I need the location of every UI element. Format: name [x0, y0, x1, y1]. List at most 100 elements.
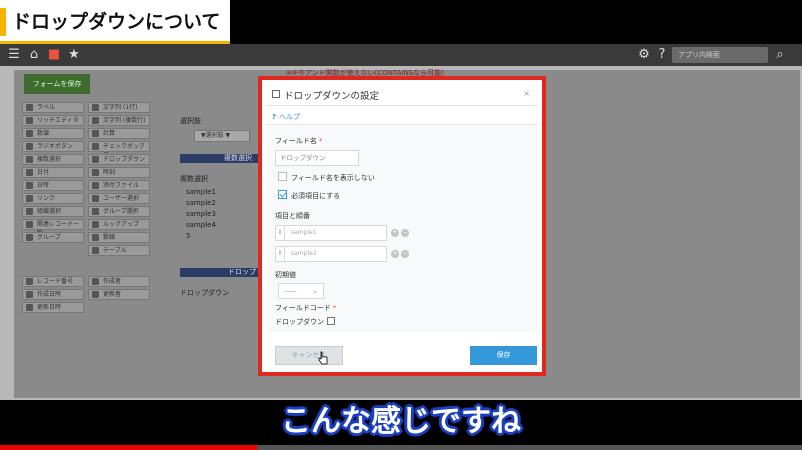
add-option-icon[interactable]: + — [391, 250, 399, 258]
dialog-body: フィールド名 * ドロップダウン フィールド名を表示しない 必須項目にする 項目と… — [266, 124, 538, 332]
palette-item[interactable]: チェックボックス — [88, 141, 150, 159]
field-code-text: ドロップダウン — [275, 318, 324, 326]
palette-item[interactable]: テーブル — [88, 245, 150, 256]
palette-item[interactable]: 日時 — [22, 180, 84, 191]
video-title-banner: ドロップダウンについて — [0, 0, 230, 44]
field-name-label: フィールド名 * — [275, 136, 322, 146]
dialog-header: ドロップダウンの設定 × — [266, 84, 538, 106]
bg-section-header-2: ドロップ — [180, 268, 260, 277]
palette-item[interactable]: リッチエディター — [22, 115, 84, 133]
drag-handle-icon[interactable]: ⇕ — [275, 225, 285, 241]
dropdown-settings-dialog: ドロップダウンの設定 × ? ヘルプ フィールド名 * ドロップダウン フィールド名… — [266, 84, 538, 368]
hand-cursor-icon — [318, 351, 328, 365]
chevron-down-icon: ⌄ — [312, 287, 318, 295]
dialog-footer: キャンセル 保存 — [266, 332, 538, 368]
bg-section-header-2-text: ドロップ — [228, 268, 256, 276]
bg-sample-3: sample3 — [186, 210, 216, 218]
palette-item[interactable]: 時刻 — [88, 167, 150, 178]
palette-item[interactable]: 文字列 (1行) — [88, 102, 150, 113]
search-icon[interactable]: ⌕ — [772, 47, 788, 63]
field-name-label-text: フィールド名 — [275, 137, 317, 145]
field-code-value: ドロップダウン — [275, 317, 335, 327]
option-input[interactable]: sample1 — [285, 225, 387, 241]
drag-handle-icon[interactable]: ⇕ — [275, 246, 285, 262]
field-code-label: フィールドコード * — [275, 303, 336, 313]
palette-item[interactable]: グループ — [22, 232, 84, 243]
palette-item[interactable]: グループ選択 — [88, 206, 150, 217]
palette-item[interactable]: ラジオボタン — [22, 141, 84, 152]
palette-item-meta[interactable]: 更新者 — [88, 289, 150, 300]
bg-section-header-text: 複数選択 — [224, 154, 252, 162]
bg-sample-5: 5 — [186, 232, 191, 240]
help-link-label: ヘルプ — [279, 113, 301, 121]
option-row: ⇕ sample1 + − — [275, 225, 415, 241]
save-button[interactable]: 保存 — [470, 346, 537, 365]
favorite-icon[interactable]: ★ — [66, 47, 82, 63]
option-input[interactable]: sample2 — [285, 246, 387, 262]
palette-item[interactable]: ルックアップ — [88, 219, 150, 230]
home-icon[interactable]: ⌂ — [26, 47, 42, 63]
dialog-title: ドロップダウンの設定 — [284, 91, 380, 102]
search-input[interactable]: アプリ内検索 — [672, 47, 768, 63]
bg-section-header: 複数選択 — [180, 154, 260, 163]
palette-item[interactable]: 計算 — [88, 128, 150, 139]
required-mark: * — [332, 304, 337, 312]
subtitle-text: こんな感じですね — [281, 404, 521, 439]
palette-item[interactable]: リンク — [22, 193, 84, 204]
menu-icon[interactable]: ☰ — [6, 47, 22, 63]
default-value-label: 初期値 — [275, 271, 296, 279]
top-bar: ☰ ⌂ ■ ★ ⚙ ? アプリ内検索 ⌕ — [0, 44, 802, 66]
required-label: 必須項目にする — [291, 192, 341, 200]
remove-option-icon[interactable]: − — [401, 229, 409, 237]
required-checkbox[interactable] — [278, 190, 287, 199]
gear-icon[interactable]: ⚙ — [636, 47, 652, 63]
field-code-label-text: フィールドコード — [275, 304, 331, 312]
hide-name-label: フィールド名を表示しない — [291, 174, 375, 182]
palette-item[interactable]: ドロップダウン — [88, 154, 150, 165]
settings-icon — [272, 90, 280, 98]
field-name-input[interactable]: ドロップダウン — [275, 150, 359, 166]
hide-name-checkbox[interactable] — [278, 172, 287, 181]
highlight-frame: ドロップダウンの設定 × ? ヘルプ フィールド名 * ドロップダウン フィールド名… — [258, 76, 546, 376]
video-subtitle: こんな感じですね — [0, 400, 802, 444]
help-icon[interactable]: ? — [654, 47, 670, 63]
help-link[interactable]: ? ヘルプ — [272, 112, 300, 122]
palette-item-meta[interactable]: レコード番号 — [22, 276, 84, 287]
video-progress-bar[interactable] — [0, 445, 802, 450]
banner-accent-bar — [0, 8, 6, 36]
default-value-text: ----- — [285, 287, 297, 295]
palette-item[interactable]: 添付ファイル — [88, 180, 150, 191]
cancel-button[interactable]: キャンセル — [275, 346, 343, 365]
palette-item-meta[interactable]: 更新日時 — [22, 302, 84, 313]
palette-item[interactable]: ラベル — [22, 102, 84, 113]
palette-item[interactable]: 関連レコード一覧 — [22, 219, 84, 237]
bg-sample-4: sample4 — [186, 221, 216, 229]
palette-item[interactable]: 組織選択 — [22, 206, 84, 217]
edit-icon[interactable] — [327, 317, 335, 325]
palette-item[interactable]: 数値 — [22, 128, 84, 139]
palette-item[interactable]: 複数選択 — [22, 154, 84, 165]
bg-sample-2: sample2 — [186, 199, 216, 207]
default-value-select[interactable]: ----- ⌄ — [278, 283, 324, 299]
palette-item[interactable]: 日付 — [22, 167, 84, 178]
bg-choice-select: ▼選択肢 ▼ — [194, 130, 250, 142]
option-row: ⇕ sample2 + − — [275, 246, 415, 262]
palette-item-meta[interactable]: 作成日時 — [22, 289, 84, 300]
palette-item-meta[interactable]: 作成者 — [88, 276, 150, 287]
palette-item[interactable]: ユーザー選択 — [88, 193, 150, 204]
bg-sample-1: sample1 — [186, 188, 216, 196]
options-label: 項目と順番 — [275, 212, 310, 220]
video-progress-fill — [0, 445, 257, 450]
close-icon[interactable]: × — [523, 89, 530, 98]
bg-label-dropdown: ドロップダウン — [180, 289, 229, 297]
add-option-icon[interactable]: + — [391, 229, 399, 237]
bg-label-multi: 複数選択 — [180, 175, 208, 183]
save-form-button[interactable]: フォームを保存 — [24, 74, 90, 94]
help-icon: ? — [272, 113, 277, 121]
required-mark: * — [318, 137, 323, 145]
remove-option-icon[interactable]: − — [401, 250, 409, 258]
notification-icon[interactable]: ■ — [46, 47, 62, 63]
palette-item[interactable]: 罫線 — [88, 232, 150, 243]
palette-item[interactable]: 文字列 (複数行) — [88, 115, 150, 126]
video-title: ドロップダウンについて — [12, 11, 221, 33]
